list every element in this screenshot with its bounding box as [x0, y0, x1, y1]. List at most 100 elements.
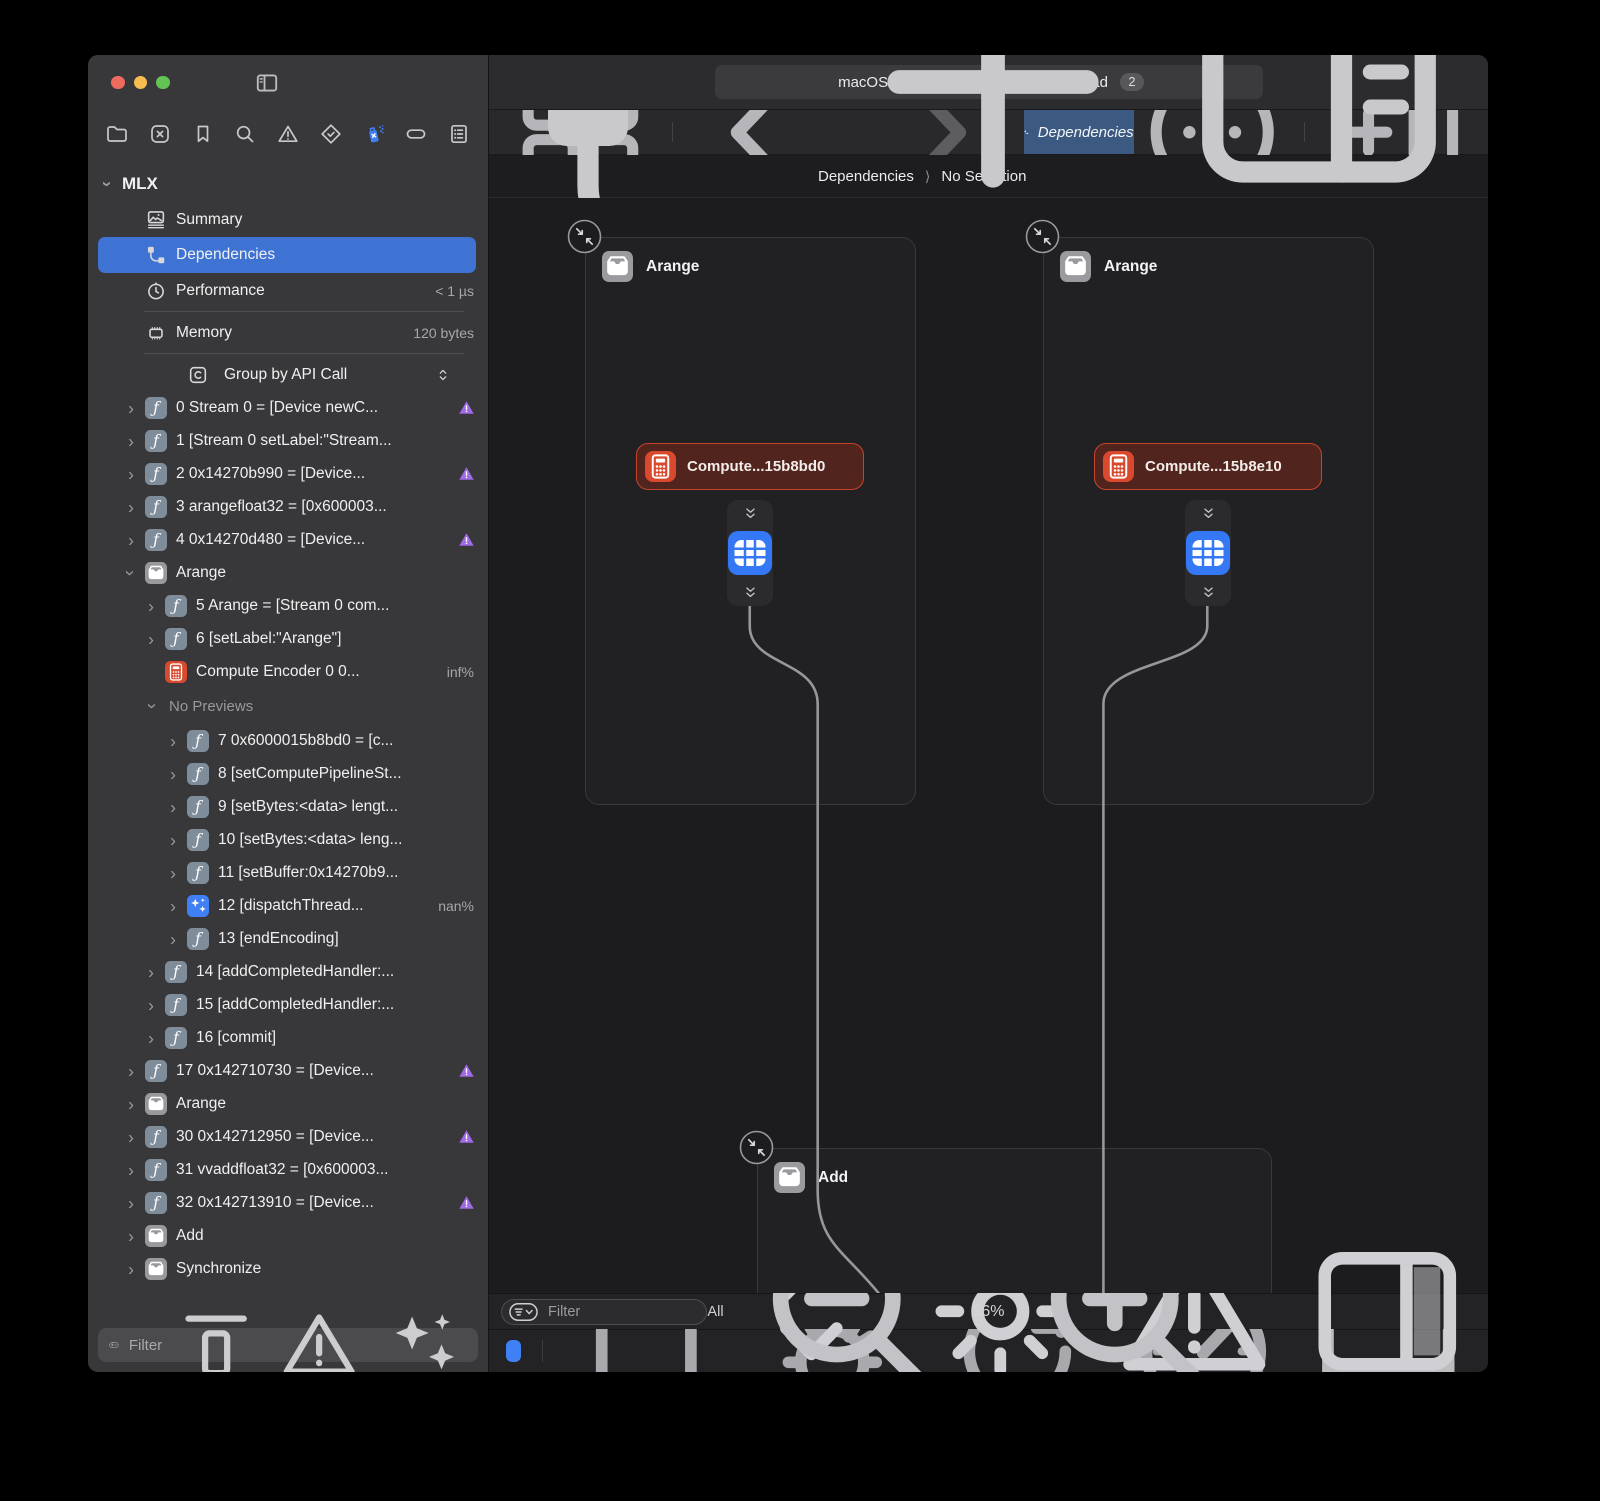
- tensor-table-icon[interactable]: [728, 531, 772, 575]
- divider: [542, 1340, 543, 1362]
- chevron-right-icon[interactable]: ›: [124, 1229, 138, 1243]
- chevron-right-icon[interactable]: ›: [124, 1163, 138, 1177]
- inspector-panel-icon[interactable]: [1299, 1223, 1476, 1372]
- chevron-right-icon[interactable]: ›: [166, 734, 180, 748]
- test-diamond-icon[interactable]: [319, 122, 343, 146]
- search-icon[interactable]: [233, 122, 257, 146]
- chevron-right-icon[interactable]: ›: [166, 833, 180, 847]
- tree-row[interactable]: ›ƒ31 vvaddfloat32 = [0x600003...: [88, 1153, 488, 1186]
- group-add[interactable]: Add: [757, 1148, 1272, 1293]
- chevron-right-icon[interactable]: ›: [144, 599, 158, 613]
- tree-row[interactable]: ›ƒ9 [setBytes:<data> lengt...: [88, 790, 488, 823]
- tree-row[interactable]: ›ƒ11 [setBuffer:0x14270b9...: [88, 856, 488, 889]
- toggle-sidebar-icon[interactable]: [254, 70, 280, 96]
- canvas-filter-input[interactable]: Filter: [501, 1299, 707, 1325]
- tree-row[interactable]: ›12 [dispatchThread...nan%: [88, 889, 488, 922]
- tensor-output-right[interactable]: [1185, 500, 1231, 606]
- dependency-graph-canvas[interactable]: Arange Arange Add: [489, 198, 1488, 1293]
- chevron-down-icon[interactable]: ›: [124, 566, 138, 580]
- tree-row[interactable]: ›ƒ15 [addCompletedHandler:...: [88, 988, 488, 1021]
- tree-row[interactable]: ›ƒ13 [endEncoding]: [88, 922, 488, 955]
- tag-icon[interactable]: [404, 122, 428, 146]
- tree-row[interactable]: ›ƒ5 Arange = [Stream 0 com...: [88, 589, 488, 622]
- chevron-down-icon[interactable]: ›: [146, 699, 160, 713]
- tree-row[interactable]: ›Arange: [88, 1087, 488, 1120]
- chevron-right-icon[interactable]: ›: [166, 932, 180, 946]
- tree-row[interactable]: ›ƒ17 0x142710730 = [Device...: [88, 1054, 488, 1087]
- chevron-right-icon[interactable]: ›: [124, 1097, 138, 1111]
- tree-row[interactable]: ›ƒ8 [setComputePipelineSt...: [88, 757, 488, 790]
- chevron-right-icon[interactable]: ›: [166, 899, 180, 913]
- chevron-right-icon[interactable]: ›: [144, 965, 158, 979]
- tensor-output-left[interactable]: [727, 500, 773, 606]
- memory-chip-icon: [145, 322, 167, 344]
- tree-row[interactable]: ›ƒ14 [addCompletedHandler:...: [88, 955, 488, 988]
- chevron-right-icon[interactable]: ›: [124, 1262, 138, 1276]
- chevron-right-icon[interactable]: ›: [124, 1196, 138, 1210]
- minimize-window-button[interactable]: [134, 76, 148, 90]
- compute-encoder-node-right[interactable]: Compute...15b8e10: [1094, 443, 1322, 490]
- chevron-down-icon[interactable]: ›: [101, 177, 115, 191]
- chevron-right-icon[interactable]: ›: [166, 800, 180, 814]
- chevron-right-icon[interactable]: ›: [166, 767, 180, 781]
- autofix-icon[interactable]: [379, 1301, 467, 1372]
- chevron-right-icon[interactable]: ›: [124, 533, 138, 547]
- warning-icon[interactable]: [276, 122, 300, 146]
- no-previews-row[interactable]: ›No Previews: [88, 688, 488, 724]
- filter-input[interactable]: Filter: [129, 1337, 162, 1354]
- updown-chevron-icon[interactable]: [434, 366, 452, 384]
- report-icon[interactable]: [447, 122, 471, 146]
- tree-row[interactable]: ›ƒ10 [setBytes:<data> leng...: [88, 823, 488, 856]
- tree-row[interactable]: ›ƒ3 arangefloat32 = [0x600003...: [88, 490, 488, 523]
- zoom-window-button[interactable]: [156, 76, 170, 90]
- tree-row[interactable]: ›Arange: [88, 556, 488, 589]
- sidebar-item-summary[interactable]: ›Summary: [88, 203, 488, 236]
- collapse-group-icon[interactable]: [1025, 219, 1060, 254]
- canvas-filter-bar: Filter 36% All: [489, 1293, 1488, 1329]
- collapse-group-icon[interactable]: [739, 1130, 774, 1165]
- sidebar-item-dependencies[interactable]: ›Dependencies: [98, 237, 476, 273]
- tree-row[interactable]: ›ƒ1 [Stream 0 setLabel:"Stream...: [88, 424, 488, 457]
- tree-row[interactable]: ›Add: [88, 1219, 488, 1252]
- bookmark-icon[interactable]: [191, 122, 215, 146]
- gpu-spray-icon[interactable]: [362, 122, 386, 146]
- chevron-right-icon[interactable]: ›: [124, 500, 138, 514]
- collapse-all-icon[interactable]: [172, 1301, 260, 1372]
- tree-row[interactable]: ›ƒ16 [commit]: [88, 1021, 488, 1054]
- tree-row[interactable]: ›ƒ30 0x142712950 = [Device...: [88, 1120, 488, 1153]
- chevron-right-icon[interactable]: ›: [124, 401, 138, 415]
- folder-icon[interactable]: [105, 122, 129, 146]
- tree-row[interactable]: ›ƒ2 0x14270b990 = [Device...: [88, 457, 488, 490]
- function-icon: ƒ: [145, 1126, 167, 1148]
- warning-badge-icon: [458, 1128, 475, 1145]
- collapse-group-icon[interactable]: [567, 219, 602, 254]
- filter-icon[interactable]: [109, 1334, 119, 1356]
- chevron-right-icon[interactable]: ›: [144, 1031, 158, 1045]
- breakpoint-x-icon[interactable]: [148, 122, 172, 146]
- sidebar-item-performance[interactable]: ›Performance< 1 µs: [88, 274, 488, 307]
- chevron-right-icon[interactable]: ›: [144, 632, 158, 646]
- sidebar-item-compute-encoder[interactable]: ›Compute Encoder 0 0...inf%: [88, 655, 488, 688]
- chevron-right-icon[interactable]: ›: [144, 998, 158, 1012]
- tree-row[interactable]: ›ƒ32 0x142713910 = [Device...: [88, 1186, 488, 1219]
- close-window-button[interactable]: [111, 76, 125, 90]
- chevron-right-icon[interactable]: ›: [166, 866, 180, 880]
- tensor-table-icon[interactable]: [1186, 531, 1230, 575]
- chevron-right-icon[interactable]: ›: [124, 1064, 138, 1078]
- tree-row[interactable]: ›ƒ4 0x14270d480 = [Device...: [88, 523, 488, 556]
- tree-row[interactable]: ›Synchronize: [88, 1252, 488, 1285]
- graph-view-mode-button[interactable]: [506, 1340, 521, 1362]
- tree-row[interactable]: ›ƒ7 0x6000015b8bd0 = [c...: [88, 724, 488, 757]
- chevron-right-icon[interactable]: ›: [124, 434, 138, 448]
- function-icon: ƒ: [145, 496, 167, 518]
- compute-encoder-node-left[interactable]: Compute...15b8bd0: [636, 443, 864, 490]
- sidebar-item-memory[interactable]: ›Memory120 bytes: [88, 316, 488, 349]
- chevron-right-icon[interactable]: ›: [124, 467, 138, 481]
- chevron-right-icon[interactable]: ›: [124, 1130, 138, 1144]
- tree-root-mlx[interactable]: ›MLX: [88, 165, 488, 203]
- tree-row[interactable]: ›ƒ6 [setLabel:"Arange"]: [88, 622, 488, 655]
- group-by-api-call[interactable]: Group by API Call: [88, 358, 488, 391]
- tree-row[interactable]: ›ƒ0 Stream 0 = [Device newC...: [88, 391, 488, 424]
- filter-warnings-icon[interactable]: [275, 1301, 363, 1372]
- debug-tree: ›MLX›Summary›Dependencies›Performance< 1…: [88, 157, 488, 1328]
